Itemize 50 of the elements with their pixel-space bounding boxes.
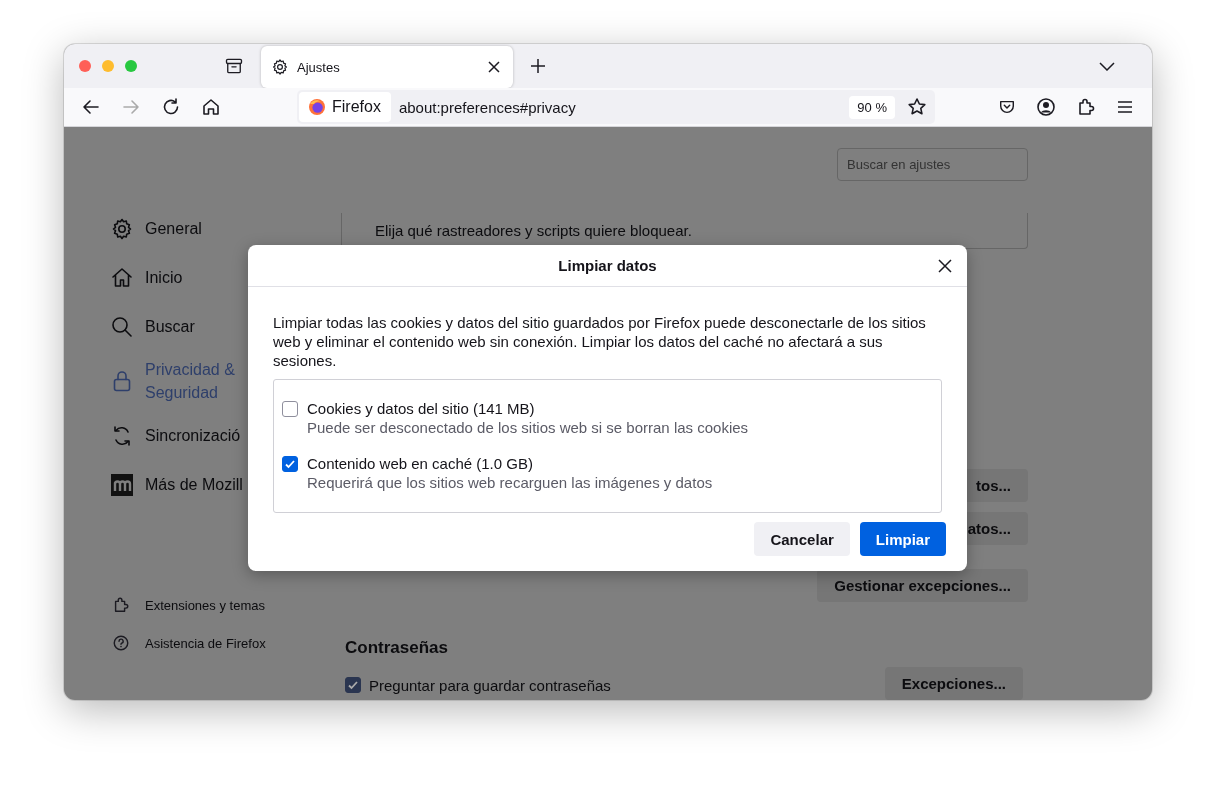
cancel-button[interactable]: Cancelar bbox=[754, 522, 850, 556]
tray-icon[interactable] bbox=[224, 56, 244, 76]
puzzle-icon bbox=[112, 596, 130, 614]
settings-button[interactable]: Excepciones... bbox=[884, 667, 1023, 700]
window-close-button[interactable] bbox=[79, 60, 91, 72]
home-icon bbox=[110, 265, 134, 290]
close-icon[interactable] bbox=[938, 259, 952, 273]
search-icon bbox=[110, 314, 134, 339]
browser-tab[interactable]: Ajustes bbox=[261, 46, 513, 88]
sidebar-item[interactable]: Inicio bbox=[110, 260, 341, 295]
dialog-description: Limpiar todas las cookies y datos del sitio guardados por Firefox puede desconectarle de los sitios web y eliminar el contenido web sin conexión. Limpiar los datos del caché no afectará a sus sesiones. bbox=[273, 313, 927, 370]
pocket-icon[interactable] bbox=[998, 98, 1016, 116]
close-icon[interactable] bbox=[487, 60, 501, 74]
fox-logo-icon bbox=[308, 98, 326, 116]
search-field[interactable]: Buscar en ajustes bbox=[837, 148, 1028, 181]
plus-icon[interactable] bbox=[530, 58, 546, 74]
site-identity-button[interactable]: Firefox bbox=[299, 92, 391, 122]
tab-title: Ajustes bbox=[297, 59, 341, 75]
checkbox[interactable] bbox=[282, 401, 298, 417]
sidebar-item[interactable]: General bbox=[110, 211, 341, 246]
checkbox-label: Contenido web en caché (1.0 GB) bbox=[307, 455, 534, 472]
back-arrow-icon[interactable] bbox=[81, 97, 101, 117]
checkbox[interactable] bbox=[282, 456, 298, 472]
zoom-level-button[interactable]: 90 % bbox=[849, 95, 895, 119]
settings-icon bbox=[271, 58, 289, 76]
chevron-down-icon[interactable] bbox=[1099, 61, 1115, 71]
checkbox-label: Cookies y datos del sitio (141 MB) bbox=[307, 400, 536, 417]
checkbox-label: Preguntar para guardar contraseñas bbox=[369, 676, 611, 694]
section-heading: Contraseñas bbox=[345, 638, 449, 658]
dialog-title: Limpiar datos bbox=[558, 257, 657, 274]
settings-button[interactable]: Gestionar excepciones... bbox=[817, 569, 1028, 602]
menu-icon[interactable] bbox=[1116, 98, 1134, 116]
sidebar-link[interactable]: Extensiones y temas bbox=[110, 596, 341, 614]
star-icon[interactable] bbox=[907, 97, 927, 117]
sidebar-link[interactable]: Asistencia de Firefox bbox=[110, 634, 341, 652]
option-description: Requerirá que los sitios web recarguen las imágenes y datos bbox=[307, 474, 713, 491]
settings-icon bbox=[110, 216, 134, 241]
puzzle-icon[interactable] bbox=[1076, 97, 1096, 117]
logo-icon bbox=[110, 472, 134, 497]
url-text: about:preferences#privacy bbox=[398, 98, 576, 116]
reload-icon[interactable] bbox=[161, 97, 181, 117]
confirm-button[interactable]: Limpiar bbox=[859, 522, 946, 556]
help-icon bbox=[112, 634, 130, 652]
account-icon[interactable] bbox=[1036, 97, 1056, 117]
address-bar[interactable]: Firefox about:preferences#privacy 90 % bbox=[297, 90, 935, 124]
panel-text: Elija qué rastreadores y scripts quiere bloquear. bbox=[375, 222, 692, 239]
checkbox[interactable] bbox=[345, 677, 361, 693]
home-icon[interactable] bbox=[201, 97, 221, 117]
forward-arrow-icon bbox=[121, 97, 141, 117]
option-description: Puede ser desconectado de los sitios web si se borran las cookies bbox=[307, 419, 749, 436]
